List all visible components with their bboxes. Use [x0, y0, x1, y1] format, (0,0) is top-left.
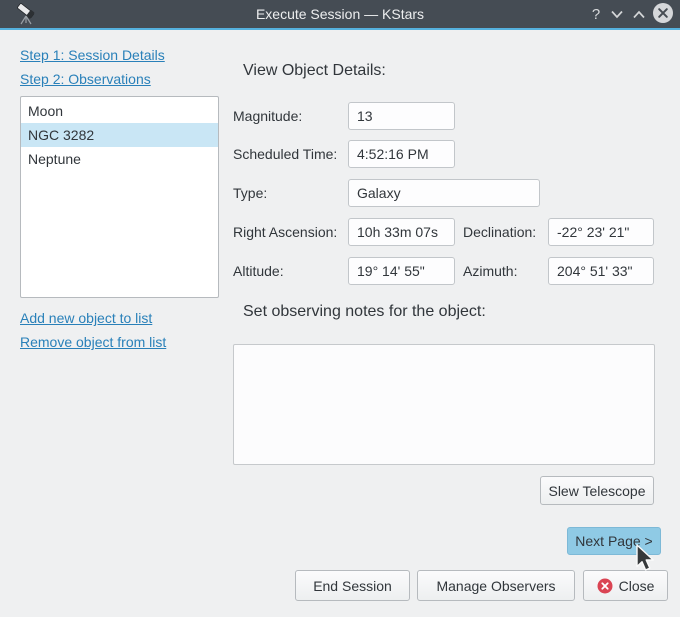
observing-notes-textarea[interactable] — [233, 344, 655, 465]
scheduled-time-field[interactable] — [348, 140, 455, 168]
slew-telescope-label: Slew Telescope — [548, 483, 645, 499]
end-session-label: End Session — [313, 578, 392, 594]
list-item-neptune[interactable]: Neptune — [21, 147, 218, 171]
right-ascension-field[interactable] — [348, 218, 455, 246]
next-page-button[interactable]: Next Page > — [567, 527, 661, 555]
chevron-up-icon — [633, 6, 645, 22]
end-session-button[interactable]: End Session — [295, 570, 410, 601]
step2-observations-link[interactable]: Step 2: Observations — [20, 71, 151, 87]
slew-telescope-button[interactable]: Slew Telescope — [540, 476, 654, 505]
magnitude-field[interactable] — [348, 102, 455, 130]
help-icon: ? — [592, 6, 600, 23]
kstars-telescope-icon — [16, 2, 38, 29]
manage-observers-label: Manage Observers — [436, 578, 555, 594]
declination-field[interactable] — [548, 218, 654, 246]
type-field[interactable] — [348, 179, 540, 207]
altitude-label: Altitude: — [233, 257, 284, 285]
help-button[interactable]: ? — [586, 0, 606, 28]
list-item-ngc-3282[interactable]: NGC 3282 — [21, 123, 218, 147]
remove-object-link[interactable]: Remove object from list — [20, 334, 166, 350]
altitude-field[interactable] — [348, 257, 455, 285]
chevron-down-icon — [611, 6, 623, 22]
window-title: Execute Session — KStars — [0, 0, 680, 28]
maximize-button[interactable] — [628, 0, 650, 28]
titlebar: Execute Session — KStars ? — [0, 0, 680, 28]
magnitude-label: Magnitude: — [233, 102, 302, 130]
scheduled-time-label: Scheduled Time: — [233, 140, 337, 168]
titlebar-accent-line — [0, 28, 680, 30]
declination-label: Declination: — [463, 218, 536, 246]
manage-observers-button[interactable]: Manage Observers — [417, 570, 575, 601]
next-page-label: Next Page > — [575, 533, 652, 549]
close-button[interactable]: Close — [583, 570, 668, 601]
right-ascension-label: Right Ascension: — [233, 218, 337, 246]
close-red-x-icon — [597, 578, 613, 594]
azimuth-label: Azimuth: — [463, 257, 517, 285]
minimize-button[interactable] — [606, 0, 628, 28]
observing-notes-heading: Set observing notes for the object: — [243, 303, 486, 321]
azimuth-field[interactable] — [548, 257, 654, 285]
add-new-object-link[interactable]: Add new object to list — [20, 310, 152, 326]
window-close-button[interactable] — [650, 0, 676, 28]
circle-x-icon — [652, 2, 674, 27]
view-object-details-heading: View Object Details: — [243, 62, 386, 80]
object-list[interactable]: Moon NGC 3282 Neptune — [20, 96, 219, 298]
list-item-moon[interactable]: Moon — [21, 99, 218, 123]
step1-session-details-link[interactable]: Step 1: Session Details — [20, 47, 165, 63]
close-label: Close — [619, 578, 655, 594]
type-label: Type: — [233, 179, 267, 207]
